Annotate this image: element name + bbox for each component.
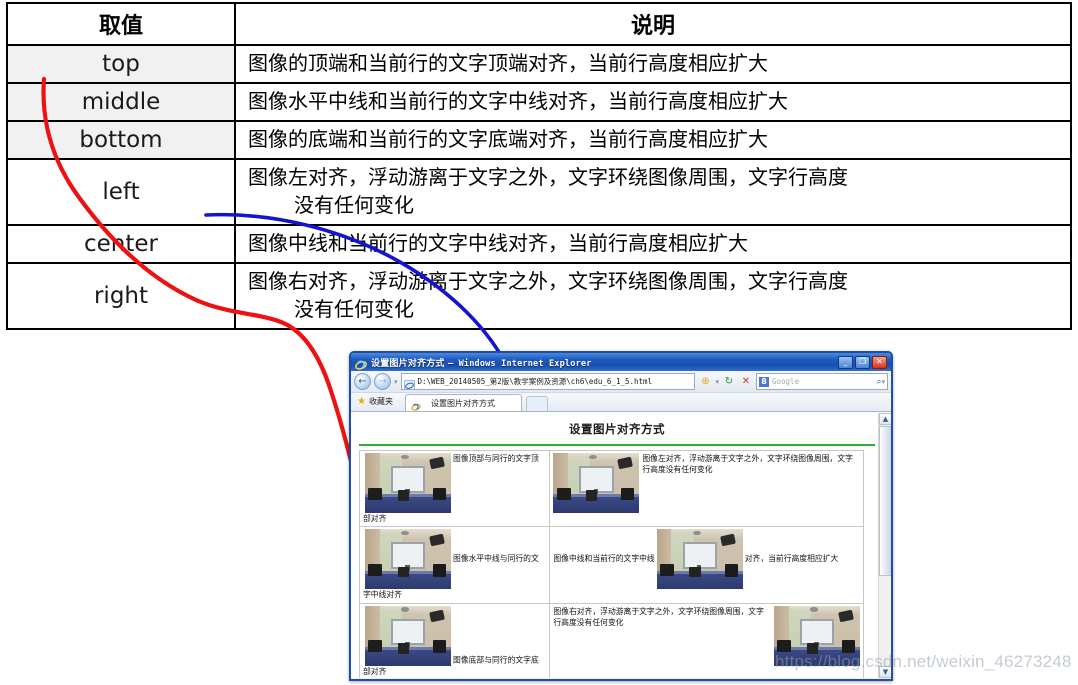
window-controls[interactable]: _ ❐ ✕ — [838, 355, 889, 369]
demo-text-center-after: 对齐，当前行高度相应扩大 — [744, 554, 839, 564]
browser-title-bar[interactable]: 设置图片对齐方式 – Windows Internet Explorer _ ❐… — [351, 353, 891, 371]
table-row: middle 图像水平中线和当前行的文字中线对齐，当前行高度相应扩大 — [6, 82, 1072, 122]
maximize-button[interactable]: ❐ — [855, 355, 870, 369]
back-icon: ← — [358, 375, 367, 387]
page-body: 设置图片对齐方式 图像顶部与同行的文字顶部对齐 图像左对齐，浮动游离于文字之外，… — [351, 413, 891, 678]
minimize-button[interactable]: _ — [838, 355, 853, 369]
demo-cell-center: 图像中线和当前行的文字中线 对齐，当前行高度相应扩大 — [549, 526, 864, 604]
browser-title: 设置图片对齐方式 – Windows Internet Explorer — [371, 356, 592, 369]
attr-description-top: 图像的顶端和当前行的文字顶端对齐，当前行高度相应扩大 — [234, 44, 1072, 84]
scrollbar-thumb[interactable] — [879, 426, 891, 576]
attr-description-line2: 没有任何变化 — [294, 193, 414, 217]
close-button[interactable]: ✕ — [872, 355, 887, 369]
search-dropdown-icon[interactable]: ▾ — [881, 378, 885, 386]
attr-value-middle: middle — [6, 82, 236, 122]
browser-chrome: ← → ▾ D:\WEB_20140505_第2版\教学案例及资源\ch6\ed… — [351, 371, 891, 412]
browser-favorites-bar: ★ 收藏夹 设置图片对齐方式 — [351, 393, 891, 412]
table-row: 图像水平中线与同行的文字中线对齐 图像中线和当前行的文字中线 对齐，当前行高度相… — [358, 526, 864, 604]
table-header-row: 取值 说明 — [6, 2, 1072, 46]
browser-title-app: – Windows Internet Explorer — [447, 358, 592, 369]
attr-description-left: 图像左对齐，浮动游离于文字之外，文字环绕图像周围，文字行高度没有任何变化 — [234, 158, 1072, 226]
minimize-icon: _ — [843, 357, 848, 366]
table-row: left 图像左对齐，浮动游离于文字之外，文字环绕图像周围，文字行高度 没有任何变化 — [6, 158, 1072, 226]
new-tab-button[interactable] — [525, 396, 548, 411]
stop-icon[interactable]: ✕ — [739, 375, 753, 389]
table-row: bottom 图像的底端和当前行的文字底端对齐，当前行高度相应扩大 — [6, 120, 1072, 160]
header-value: 取值 — [6, 2, 236, 46]
tab-favicon-icon — [411, 397, 423, 411]
attr-value-top: top — [6, 44, 236, 84]
demo-text-center-before: 图像中线和当前行的文字中线 — [553, 554, 655, 564]
favorites-button[interactable]: ★ 收藏夹 — [355, 394, 399, 411]
history-dropdown-icon[interactable]: ▾ — [394, 378, 398, 386]
table-row: center 图像中线和当前行的文字中线对齐，当前行高度相应扩大 — [6, 224, 1072, 264]
ie-logo-icon — [355, 356, 367, 370]
watermark: https://blog.csdn.net/weixin_46273248 — [775, 652, 1072, 671]
address-bar[interactable]: D:\WEB_20140505_第2版\教学案例及资源\ch6\edu_6_1_… — [400, 373, 696, 390]
attr-description-line1: 图像右对齐，浮动游离于文字之外，文字环绕图像周围，文字行高度 — [248, 269, 848, 294]
demo-cell-bottom: 图像底部与同行的文字底部对齐 — [358, 602, 551, 678]
demo-text-left: 图像左对齐，浮动游离于文字之外，文字环绕图像周围，文字行高度没有任何变化 — [642, 454, 853, 475]
demo-cell-left: 图像左对齐，浮动游离于文字之外，文字环绕图像周围，文字行高度没有任何变化 — [549, 449, 864, 528]
refresh-icon[interactable]: ↻ — [722, 375, 736, 389]
browser-window[interactable]: 设置图片对齐方式 – Windows Internet Explorer _ ❐… — [349, 351, 893, 681]
green-divider — [359, 444, 875, 446]
demo-cell-middle: 图像水平中线与同行的文字中线对齐 — [358, 526, 551, 604]
attr-value-center: center — [6, 224, 236, 264]
attr-description-line1: 图像的顶端和当前行的文字顶端对齐，当前行高度相应扩大 — [248, 51, 768, 76]
attr-description-line1: 图像水平中线和当前行的文字中线对齐，当前行高度相应扩大 — [248, 89, 788, 114]
screenshot-root: 取值 说明 top 图像的顶端和当前行的文字顶端对齐，当前行高度相应扩大 middl… — [0, 0, 1078, 685]
demo-text-right: 图像右对齐，浮动游离于文字之外，文字环绕图像周围，文字行高度没有任何变化 — [553, 606, 764, 627]
classroom-photo — [365, 453, 451, 513]
attr-value-right: right — [6, 262, 236, 330]
google-badge-icon: 8 — [759, 376, 769, 387]
attr-description-line1: 图像中线和当前行的文字中线对齐，当前行高度相应扩大 — [248, 231, 748, 256]
page-viewport: 设置图片对齐方式 图像顶部与同行的文字顶部对齐 图像左对齐，浮动游离于文字之外，… — [351, 412, 891, 678]
scroll-up-icon[interactable]: ▲ — [879, 413, 891, 425]
address-text: D:\WEB_20140505_第2版\教学案例及资源\ch6\edu_6_1_… — [417, 377, 653, 386]
attr-description-bottom: 图像的底端和当前行的文字底端对齐，当前行高度相应扩大 — [234, 120, 1072, 160]
align-attribute-table: 取值 说明 top 图像的顶端和当前行的文字顶端对齐，当前行高度相应扩大 middl… — [6, 2, 1072, 330]
attr-description-right: 图像右对齐，浮动游离于文字之外，文字环绕图像周围，文字行高度没有任何变化 — [234, 262, 1072, 330]
classroom-photo — [365, 605, 451, 666]
table-row: top 图像的顶端和当前行的文字顶端对齐，当前行高度相应扩大 — [6, 44, 1072, 84]
page-favicon-icon — [403, 376, 415, 389]
forward-icon: → — [378, 375, 387, 387]
back-button[interactable]: ← — [354, 373, 371, 390]
browser-tab[interactable]: 设置图片对齐方式 — [404, 394, 522, 411]
compat-dropdown-icon[interactable]: ▾ — [715, 378, 719, 386]
page-heading: 设置图片对齐方式 — [569, 422, 665, 436]
vertical-scrollbar[interactable]: ▲ ▼ — [878, 413, 891, 678]
demo-cell-top: 图像顶部与同行的文字顶部对齐 — [358, 449, 551, 528]
header-description: 说明 — [234, 2, 1072, 46]
favorites-label: 收藏夹 — [368, 397, 393, 406]
attr-description-line2: 没有任何变化 — [294, 297, 414, 321]
attr-description-middle: 图像水平中线和当前行的文字中线对齐，当前行高度相应扩大 — [234, 82, 1072, 122]
classroom-photo — [656, 529, 743, 590]
classroom-photo — [365, 529, 451, 590]
close-icon: ✕ — [876, 357, 883, 366]
attr-description-line1: 图像左对齐，浮动游离于文字之外，文字环绕图像周围，文字行高度 — [248, 165, 848, 190]
attr-description-center: 图像中线和当前行的文字中线对齐，当前行高度相应扩大 — [234, 224, 1072, 264]
browser-title-page: 设置图片对齐方式 — [371, 358, 445, 369]
star-icon: ★ — [357, 395, 366, 407]
maximize-icon: ❐ — [858, 357, 867, 366]
search-box[interactable]: 8 Google ⌕ ▾ — [756, 373, 888, 390]
table-row: 图像顶部与同行的文字顶部对齐 图像左对齐，浮动游离于文字之外，文字环绕图像周围，… — [358, 449, 864, 528]
attr-description-line1: 图像的底端和当前行的文字底端对齐，当前行高度相应扩大 — [248, 127, 768, 152]
browser-navigation-bar: ← → ▾ D:\WEB_20140505_第2版\教学案例及资源\ch6\ed… — [351, 371, 891, 393]
attr-value-left: left — [6, 158, 236, 226]
search-input[interactable]: Google — [772, 377, 799, 386]
attr-value-bottom: bottom — [6, 120, 236, 160]
alignment-demo-table: 图像顶部与同行的文字顶部对齐 图像左对齐，浮动游离于文字之外，文字环绕图像周围，… — [358, 449, 864, 678]
table-row: right 图像右对齐，浮动游离于文字之外，文字环绕图像周围，文字行高度 没有任何变… — [6, 262, 1072, 330]
forward-button[interactable]: → — [374, 373, 391, 390]
classroom-photo — [553, 453, 640, 513]
tab-label: 设置图片对齐方式 — [430, 398, 495, 408]
compatibility-view-icon[interactable]: ⊕ — [698, 375, 712, 389]
